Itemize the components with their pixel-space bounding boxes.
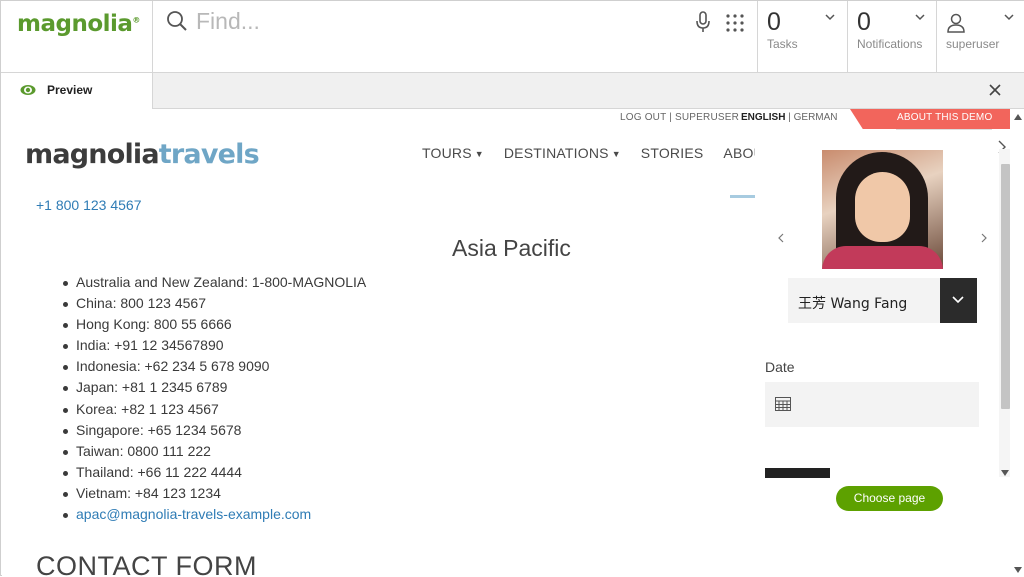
email-link[interactable]: apac@magnolia-travels-example.com [76,506,311,522]
app-logo-mark: ® [132,15,140,25]
calendar-icon[interactable] [775,397,791,411]
select-dropdown-button[interactable] [940,278,977,323]
caret-down-icon: ▼ [611,149,621,160]
list-item: Hong Kong: 800 55 6666 [62,316,366,337]
main-nav: TOURS▼ DESTINATIONS▼ STORIES ABOUT CO [422,145,755,161]
list-item: Korea: +82 1 123 4567 [62,401,366,422]
date-field[interactable] [765,382,979,427]
list-item: Japan: +81 1 2345 6789 [62,379,366,400]
region-title: Asia Pacific [452,235,571,261]
search-input[interactable] [196,5,676,37]
scroll-up-icon[interactable] [1014,114,1022,120]
grid-icon[interactable] [725,13,745,33]
search-icon[interactable] [166,10,188,32]
user-menu[interactable]: superuser [936,1,1024,73]
site-logo[interactable]: magnoliatravels [25,139,260,170]
scroll-down-icon[interactable] [1001,470,1009,476]
language-german[interactable]: GERMAN [794,112,838,123]
list-item: Singapore: +65 1234 5678 [62,422,366,443]
date-label: Date [765,359,795,375]
contact-form-heading: CONTACT FORM [36,551,257,577]
dark-button[interactable] [765,468,830,478]
scroll-down-icon[interactable] [1014,567,1022,573]
chevron-down-icon[interactable] [915,13,925,21]
tab-preview[interactable]: Preview [1,73,153,109]
app-logo[interactable]: magnolia® [17,11,140,37]
logout-link[interactable]: LOG OUT [620,112,666,123]
notifications-count: 0 [857,8,871,36]
eye-icon [20,85,36,95]
nav-label: TOURS [422,145,472,161]
person-select[interactable]: 王芳 Wang Fang [788,278,977,323]
chevron-right-icon[interactable] [981,233,987,243]
nav-label: DESTINATIONS [503,145,609,161]
nav-item-stories[interactable]: STORIES [641,145,704,161]
caret-down-icon: ▼ [474,149,484,160]
current-user-link[interactable]: SUPERUSER [675,112,739,123]
list-item: Vietnam: +84 123 1234 [62,485,366,506]
utility-links: LOG OUT | SUPERUSER [620,112,739,123]
list-item: China: 800 123 4567 [62,295,366,316]
list-item: apac@magnolia-travels-example.com [62,506,366,527]
about-demo-label[interactable]: ABOUT THIS DEMO [897,112,992,123]
tasks-label: Tasks [767,37,798,51]
contact-list: Australia and New Zealand: 1-800-MAGNOLI… [62,274,366,527]
language-separator: | [788,112,791,123]
site-logo-part2: travels [158,139,260,170]
nav-label: ABOUT [723,145,755,161]
microphone-icon[interactable] [695,11,711,33]
side-panel-tab [896,129,992,137]
language-english[interactable]: ENGLISH [741,112,785,123]
chevron-down-icon[interactable] [825,13,835,21]
utility-separator: | [669,112,673,123]
notifications-label: Notifications [857,37,923,51]
panel-scrollbar-thumb[interactable] [1001,164,1010,409]
page-scrollbar[interactable] [1010,109,1024,577]
close-icon[interactable] [988,83,1002,97]
nav-item-about[interactable]: ABOUT [723,145,755,161]
chevron-left-icon[interactable] [778,233,784,243]
nav-active-indicator [730,195,755,198]
list-item: Thailand: +66 11 222 4444 [62,464,366,485]
nav-item-destinations[interactable]: DESTINATIONS ▼ [504,145,621,161]
list-item: Taiwan: 0800 111 222 [62,443,366,464]
chevron-down-icon [952,296,964,304]
choose-page-button[interactable]: Choose page [836,486,943,511]
app-window: magnolia® 0 Tasks [0,0,1024,577]
language-switcher: ENGLISH | GERMAN [741,112,838,123]
person-photo [822,150,943,269]
nav-label: STORIES [640,145,704,161]
tab-label: Preview [47,83,93,97]
tasks-count: 0 [767,8,781,36]
notifications-indicator[interactable]: 0 Notifications [847,1,936,73]
top-bar: magnolia® 0 Tasks [1,1,1024,73]
phone-link[interactable]: +1 800 123 4567 [36,197,142,213]
app-logo-text: magnolia [17,11,133,37]
list-item: India: +91 12 34567890 [62,337,366,358]
chevron-down-icon[interactable] [1004,13,1014,21]
page-preview: LOG OUT | SUPERUSER ENGLISH | GERMAN ABO… [2,109,1010,577]
panel-scrollbar[interactable] [999,149,1010,477]
list-item: Indonesia: +62 234 5 678 9090 [62,358,366,379]
search-bar [154,1,757,73]
photo-face [855,172,910,242]
list-item: Australia and New Zealand: 1-800-MAGNOLI… [62,274,366,295]
user-name: superuser [946,37,1000,51]
person-select-value: 王芳 Wang Fang [798,296,908,312]
site-logo-part1: magnolia [25,139,160,170]
tasks-indicator[interactable]: 0 Tasks [757,1,847,73]
nav-item-tours[interactable]: TOURS ▼ [422,145,484,161]
tab-bar: Preview [1,73,1024,109]
user-icon [947,13,965,33]
app-logo-cell[interactable]: magnolia® [1,1,153,73]
photo-shirt [822,246,943,269]
